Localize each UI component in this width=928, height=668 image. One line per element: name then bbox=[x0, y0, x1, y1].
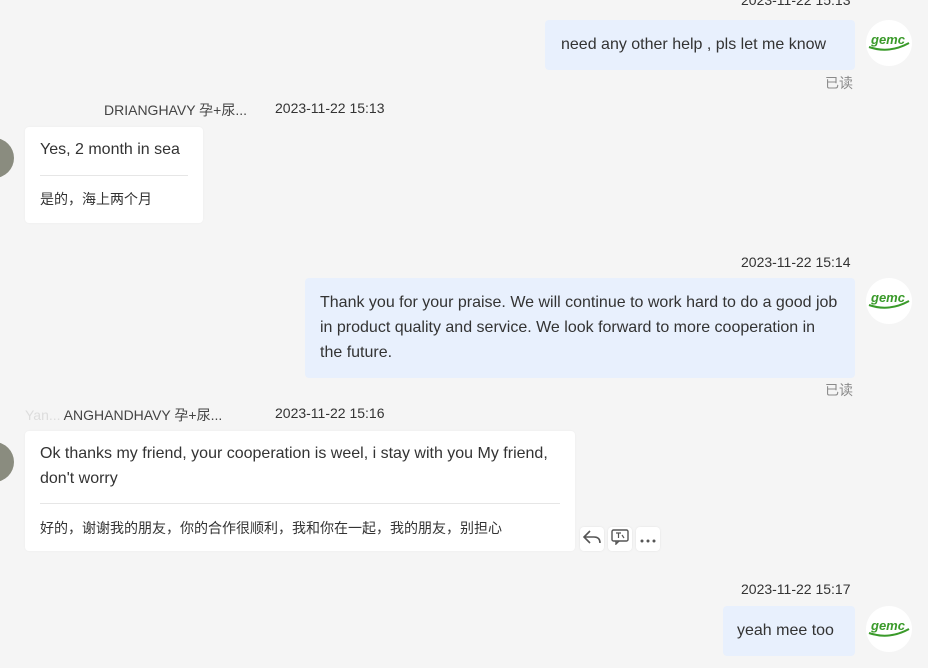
svg-text:gemc: gemc bbox=[870, 618, 906, 633]
sender-name: DRIANGHAVY 孕+尿... bbox=[104, 102, 248, 118]
gemc-logo-icon: gemc bbox=[867, 616, 911, 643]
message-bubble-outgoing[interactable]: yeah mee too bbox=[723, 606, 855, 656]
avatar[interactable]: gemc bbox=[866, 278, 912, 324]
read-status: 已读 bbox=[825, 75, 853, 91]
message-text: Ok thanks my friend, your cooperation is… bbox=[40, 445, 548, 487]
message-text: yeah mee too bbox=[737, 622, 834, 639]
message-bubble-outgoing[interactable]: Thank you for your praise. We will conti… bbox=[305, 278, 855, 378]
reply-icon bbox=[582, 529, 601, 550]
read-status: 已读 bbox=[825, 382, 853, 398]
timestamp-top: 2023-11-22 15:13 bbox=[741, 0, 851, 8]
message-translation: 好的，谢谢我的朋友，你的合作很顺利，我和你在一起，我的朋友，别担心 bbox=[40, 503, 560, 541]
svg-text:gemc: gemc bbox=[870, 290, 906, 305]
message-bubble-incoming[interactable]: Ok thanks my friend, your cooperation is… bbox=[25, 431, 575, 551]
avatar[interactable]: gemc bbox=[866, 20, 912, 66]
message-text: Thank you for your praise. We will conti… bbox=[320, 294, 838, 361]
timestamp: 2023-11-22 15:14 bbox=[741, 254, 851, 270]
avatar[interactable] bbox=[0, 138, 14, 178]
avatar[interactable] bbox=[0, 442, 14, 482]
message-bubble-incoming[interactable]: Yes, 2 month in sea 是的，海上两个月 bbox=[25, 127, 203, 223]
translate-button[interactable] bbox=[608, 527, 632, 551]
gemc-logo-icon: gemc bbox=[867, 288, 911, 315]
message-bubble-outgoing[interactable]: need any other help , pls let me know bbox=[545, 20, 855, 70]
timestamp: 2023-11-22 15:13 bbox=[275, 100, 385, 116]
translate-icon bbox=[611, 528, 629, 550]
more-button[interactable] bbox=[636, 527, 660, 551]
reply-button[interactable] bbox=[580, 527, 604, 551]
gemc-logo-icon: gemc bbox=[867, 30, 911, 57]
message-translation: 是的，海上两个月 bbox=[40, 175, 188, 212]
svg-text:gemc: gemc bbox=[870, 32, 906, 47]
avatar[interactable]: gemc bbox=[866, 606, 912, 652]
more-icon bbox=[640, 530, 656, 548]
timestamp: 2023-11-22 15:16 bbox=[275, 405, 385, 421]
timestamp: 2023-11-22 15:17 bbox=[741, 581, 851, 597]
sender-name: Yan... ANGHANDHAVY 孕+尿... bbox=[25, 407, 223, 423]
message-text: need any other help , pls let me know bbox=[561, 36, 827, 53]
message-text: Yes, 2 month in sea bbox=[40, 141, 180, 158]
